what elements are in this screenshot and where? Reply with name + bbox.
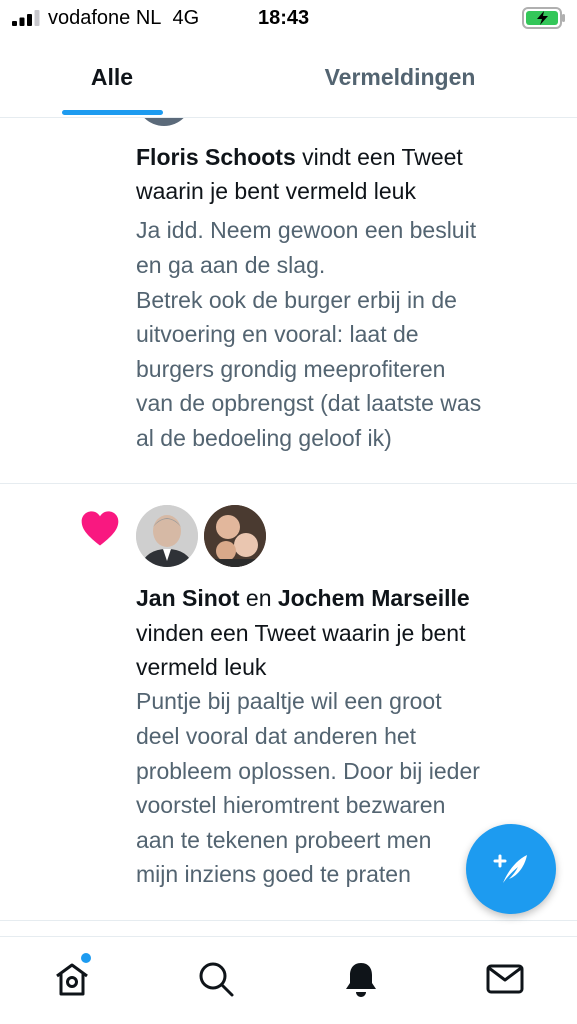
home-icon <box>56 963 88 996</box>
notification-item[interactable]: Floris Schoots vindt een Tweet waarin je… <box>0 118 577 484</box>
user-name[interactable]: Jan Sinot <box>136 585 240 611</box>
nav-messages[interactable] <box>483 957 527 1001</box>
signal-strength-icon <box>12 10 40 26</box>
compose-tweet-icon <box>493 854 527 883</box>
tweet-snippet-line: al de bedoeling geloof ik) <box>136 425 392 451</box>
notifications-feed[interactable]: Floris Schoots vindt een Tweet waarin je… <box>0 118 577 936</box>
tweet-snippet-line: Puntje bij paaltje wil een groot <box>136 688 442 714</box>
bottom-navigation <box>0 936 577 1024</box>
tweet-snippet-line: probleem oplossen. Door bij ieder <box>136 758 480 784</box>
carrier-label: vodafone NL 4G <box>48 7 200 29</box>
search-icon <box>199 962 234 997</box>
tweet-snippet-line: deel vooral dat anderen het <box>136 723 417 749</box>
nav-notifications[interactable] <box>339 957 383 1001</box>
tweet-snippet-line: en ga aan de slag. <box>136 252 326 278</box>
nav-search[interactable] <box>194 957 238 1001</box>
status-bar: vodafone NL 4G 18:43 <box>0 0 577 38</box>
tab-all[interactable]: Alle <box>0 38 224 117</box>
clock: 18:43 <box>258 7 310 29</box>
tab-mentions[interactable]: Vermeldingen <box>288 38 512 117</box>
active-tab-indicator <box>62 110 163 115</box>
bell-icon <box>346 963 376 997</box>
home-badge-dot <box>81 953 91 963</box>
notification-headline: Jan Sinot en Jochem Marseille <box>136 585 470 611</box>
tweet-snippet-line: uitvoering en vooral: laat de <box>136 321 419 347</box>
tweet-snippet-line: Betrek ook de burger erbij in de <box>136 287 457 313</box>
tweet-snippet-line: voorstel hieromtrent bezwaren <box>136 792 446 818</box>
notification-headline-cont: vermeld leuk <box>136 654 267 680</box>
notification-headline-cont: vinden een Tweet waarin je bent <box>136 620 466 646</box>
notifications-tabs: Alle Vermeldingen <box>0 38 577 118</box>
compose-tweet-button[interactable] <box>466 824 556 914</box>
tweet-snippet-line: van de opbrengst (dat laatste was <box>136 390 482 416</box>
avatar[interactable] <box>204 505 266 567</box>
notification-headline-cont: waarin je bent vermeld leuk <box>136 178 416 204</box>
battery-charging-icon <box>522 7 565 29</box>
user-name[interactable]: Floris Schoots <box>136 144 296 170</box>
heart-icon <box>81 511 119 546</box>
avatar[interactable] <box>136 505 198 567</box>
tweet-snippet-line: Ja idd. Neem gewoon een besluit <box>136 217 477 243</box>
user-name[interactable]: Jochem Marseille <box>278 585 470 611</box>
notification-headline: Floris Schoots vindt een Tweet <box>136 144 463 170</box>
tweet-snippet-line: burgers grondig meeprofiteren <box>136 356 446 382</box>
nav-home[interactable] <box>50 957 94 1001</box>
mail-icon <box>486 964 524 994</box>
avatar[interactable] <box>136 118 192 126</box>
